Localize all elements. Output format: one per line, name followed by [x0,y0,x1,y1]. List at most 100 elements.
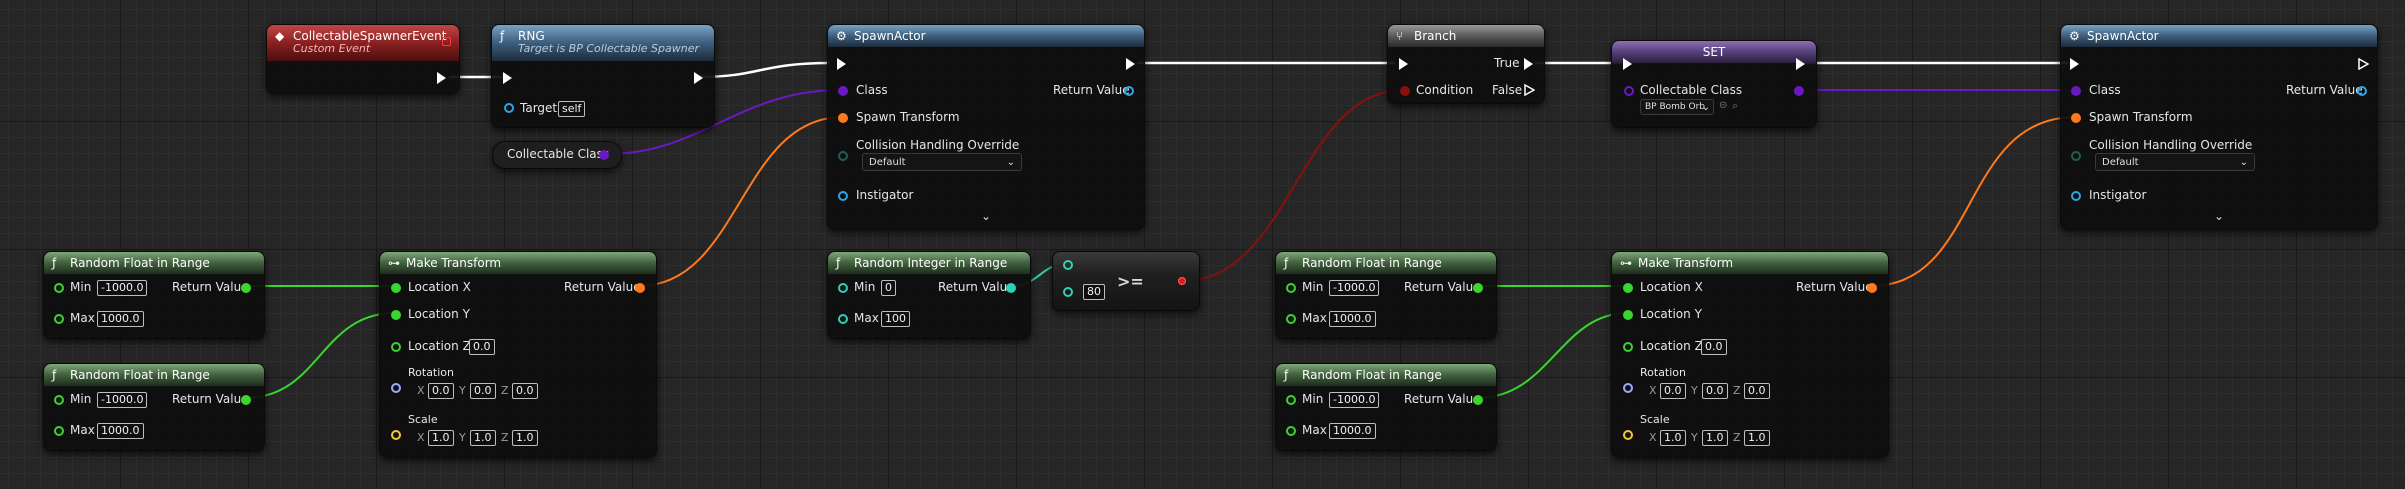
class-picker-dropdown[interactable]: BP Bomb Orb ⌄ [1640,99,1714,115]
max-value[interactable]: 1000.0 [1329,311,1376,327]
exec-in-pin[interactable] [2070,58,2079,70]
expand-chevron-icon[interactable]: ⌄ [2214,209,2224,223]
exec-out-pin[interactable] [1126,58,1135,70]
scale-pin[interactable] [391,430,401,440]
scale-x-value[interactable]: 1.0 [1660,430,1686,446]
exec-out-pin[interactable] [1796,58,1805,70]
exec-in-pin[interactable] [503,72,512,84]
min-value[interactable]: -1000.0 [97,280,148,296]
min-pin[interactable] [838,283,848,293]
scale-pin[interactable] [1623,430,1633,440]
location-z-pin[interactable] [391,342,401,352]
scale-y-value[interactable]: 1.0 [470,430,496,446]
location-x-pin[interactable] [1623,283,1633,293]
min-value[interactable]: -1000.0 [1329,392,1380,408]
result-out-pin[interactable] [1178,277,1186,285]
rot-x-value[interactable]: 0.0 [1660,383,1686,399]
compare-node[interactable]: 80 >= [1052,251,1200,311]
make-transform-node-1[interactable]: ⊶ Make Transform Location X Return Value… [379,251,657,458]
browse-search-icon[interactable]: ⌕ [1732,99,1738,113]
collision-dropdown[interactable]: Default ⌄ [2095,153,2255,171]
exec-in-pin[interactable] [837,58,846,70]
min-pin[interactable] [1286,395,1296,405]
min-pin[interactable] [1286,283,1296,293]
location-z-pin[interactable] [1623,342,1633,352]
location-y-pin[interactable] [391,310,401,320]
return-out-pin[interactable] [241,395,251,405]
rot-x-value[interactable]: 0.0 [428,383,454,399]
max-pin[interactable] [54,314,64,324]
min-pin[interactable] [54,395,64,405]
spawn-transform-pin[interactable] [2071,113,2081,123]
random-integer-node[interactable]: ƒ Random Integer in Range Min 0 Return V… [827,251,1031,339]
return-out-pin[interactable] [1006,283,1016,293]
max-value[interactable]: 1000.0 [97,311,144,327]
exec-in-pin[interactable] [1623,58,1632,70]
random-float-node-3[interactable]: ƒ Random Float in Range Min -1000.0 Retu… [1275,251,1497,339]
exec-out-pin[interactable] [437,72,446,84]
rotation-pin[interactable] [1623,383,1633,393]
return-out-pin[interactable] [241,283,251,293]
min-value[interactable]: -1000.0 [1329,280,1380,296]
rot-z-value[interactable]: 0.0 [1744,383,1770,399]
delegate-pin[interactable] [442,37,451,46]
branch-node[interactable]: ⑂ Branch True Condition False [1387,24,1545,104]
spawn-transform-pin[interactable] [838,113,848,123]
set-variable-node[interactable]: SET Collectable Class BP Bomb Orb ⌄ ⊝ ⌕ [1611,40,1817,128]
scale-y-value[interactable]: 1.0 [1702,430,1728,446]
b-in-pin[interactable] [1063,287,1073,297]
collision-dropdown[interactable]: Default ⌄ [862,153,1022,171]
a-in-pin[interactable] [1063,260,1073,270]
rot-y-value[interactable]: 0.0 [470,383,496,399]
location-y-pin[interactable] [1623,310,1633,320]
max-value[interactable]: 1000.0 [1329,423,1376,439]
target-pin[interactable] [504,103,514,113]
clear-icon[interactable]: ⊝ [1719,100,1727,111]
min-pin[interactable] [54,283,64,293]
collectable-class-getter[interactable]: Collectable Class [492,141,622,169]
max-pin[interactable] [1286,426,1296,436]
rotation-pin[interactable] [391,383,401,393]
min-value[interactable]: 0 [881,280,896,296]
min-value[interactable]: -1000.0 [97,392,148,408]
max-value[interactable]: 1000.0 [97,423,144,439]
return-out-pin[interactable] [2357,86,2367,96]
class-in-pin[interactable] [2071,86,2081,96]
exec-false-pin[interactable] [1524,83,1536,97]
max-pin[interactable] [838,314,848,324]
location-z-value[interactable]: 0.0 [469,339,495,355]
return-out-pin[interactable] [635,283,645,293]
make-transform-node-2[interactable]: ⊶ Make Transform Location X Return Value… [1611,251,1889,458]
exec-in-pin[interactable] [1399,58,1408,70]
instigator-pin[interactable] [2071,191,2081,201]
scale-z-value[interactable]: 1.0 [512,430,538,446]
random-float-node-1[interactable]: ƒ Random Float in Range Min -1000.0 Retu… [43,251,265,339]
rot-z-value[interactable]: 0.0 [512,383,538,399]
spawn-actor-node-1[interactable]: ⚙ SpawnActor Class Return Value Spawn Tr… [827,24,1145,230]
scale-x-value[interactable]: 1.0 [428,430,454,446]
instigator-pin[interactable] [838,191,848,201]
spawn-actor-node-2[interactable]: ⚙ SpawnActor Class Return Value Spawn Tr… [2060,24,2378,230]
class-out-pin[interactable] [599,150,609,160]
b-value[interactable]: 80 [1083,284,1105,300]
return-out-pin[interactable] [1473,395,1483,405]
condition-pin[interactable] [1400,86,1410,96]
rng-node[interactable]: ƒ RNG Target is BP Collectable Spawner T… [491,24,715,128]
expand-chevron-icon[interactable]: ⌄ [981,209,991,223]
max-pin[interactable] [1286,314,1296,324]
rot-y-value[interactable]: 0.0 [1702,383,1728,399]
var-out-pin[interactable] [1794,86,1804,96]
target-value[interactable]: self [558,101,586,117]
exec-out-pin[interactable] [2358,57,2370,71]
max-pin[interactable] [54,426,64,436]
custom-event-node[interactable]: ◆ CollectableSpawnerEvent Custom Event [266,24,460,94]
location-x-pin[interactable] [391,283,401,293]
max-value[interactable]: 100 [881,311,910,327]
return-out-pin[interactable] [1473,283,1483,293]
exec-out-pin[interactable] [694,72,703,84]
random-float-node-4[interactable]: ƒ Random Float in Range Min -1000.0 Retu… [1275,363,1497,451]
class-in-pin[interactable] [838,86,848,96]
return-out-pin[interactable] [1867,283,1877,293]
exec-true-pin[interactable] [1524,58,1533,70]
location-z-value[interactable]: 0.0 [1701,339,1727,355]
